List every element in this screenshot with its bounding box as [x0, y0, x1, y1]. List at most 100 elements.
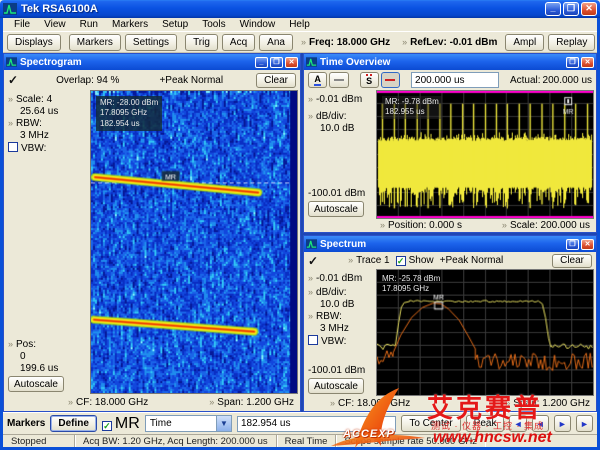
- scale-readout[interactable]: Scale: 200.000 us: [502, 220, 590, 231]
- autoscale-button[interactable]: Autoscale: [308, 201, 364, 217]
- panel-restore-icon[interactable]: ❐: [566, 239, 579, 250]
- panel-close-icon[interactable]: ✕: [581, 239, 594, 250]
- show-row[interactable]: Show: [396, 255, 434, 266]
- pos-value: 0: [8, 351, 88, 362]
- show-checkbox[interactable]: [396, 256, 406, 266]
- marker-domain-select[interactable]: Time: [145, 415, 232, 432]
- spectrogram-panel: Spectrogram _ ❐ ✕ Overlap: 94 % +Peak No…: [3, 53, 301, 412]
- panel-close-icon[interactable]: ✕: [285, 57, 298, 68]
- time-overview-plot[interactable]: MR: -9.78 dBm 182.955 us: [376, 90, 594, 219]
- detection-mode-label[interactable]: +Peak Normal: [440, 255, 504, 266]
- vbw-row[interactable]: VBW:: [8, 142, 88, 154]
- menu-run[interactable]: Run: [73, 19, 105, 30]
- menu-setup[interactable]: Setup: [155, 19, 195, 30]
- clear-button[interactable]: Clear: [256, 73, 296, 88]
- minimize-icon[interactable]: _: [545, 2, 561, 16]
- marker-position-input[interactable]: [237, 416, 396, 432]
- detection-mode-label[interactable]: +Peak Normal: [159, 75, 223, 86]
- spectrogram-plot[interactable]: MR: -28.00 dBm 17.8095 GHz 182.954 us: [90, 90, 298, 394]
- vbw-checkbox[interactable]: [8, 142, 18, 152]
- peak-right-icon[interactable]: [576, 415, 593, 432]
- spectrogram-title-bar[interactable]: Spectrogram _ ❐ ✕: [4, 54, 300, 70]
- mr-checkbox[interactable]: [102, 421, 112, 431]
- acq-info: Acq BW: 1.20 GHz, Acq Length: 200.000 us: [75, 435, 277, 447]
- menu-tools[interactable]: Tools: [195, 19, 232, 30]
- rbw-value: 3 MHz: [8, 130, 88, 141]
- dbdiv-label[interactable]: dB/div:: [308, 287, 374, 298]
- time-overview-toolbar: A S Actual: 200.000 us: [304, 70, 596, 90]
- clear-button[interactable]: Clear: [552, 254, 592, 268]
- next-right-icon[interactable]: [554, 415, 571, 432]
- position-readout[interactable]: Position: 0.000 s: [380, 220, 462, 231]
- next-left-icon[interactable]: [532, 415, 549, 432]
- spectrogram-panel-icon: [6, 57, 17, 67]
- trig-button[interactable]: Trig: [185, 34, 218, 51]
- analysis-length-input[interactable]: [411, 72, 499, 88]
- vbw-row[interactable]: VBW:: [308, 335, 374, 347]
- menu-help[interactable]: Help: [282, 19, 317, 30]
- menu-markers[interactable]: Markers: [105, 19, 155, 30]
- trace-selector[interactable]: Trace 1: [348, 255, 390, 266]
- menu-window[interactable]: Window: [233, 19, 283, 30]
- vbw-checkbox[interactable]: [308, 335, 318, 345]
- rbw-value: 3 MHz: [308, 323, 374, 334]
- autoscale-button[interactable]: Autoscale: [8, 376, 64, 392]
- to-center-button[interactable]: To Center: [401, 415, 460, 432]
- title-bar[interactable]: Tek RSA6100A _ ❐ ✕: [0, 0, 600, 18]
- top-level-readout[interactable]: -0.01 dBm: [308, 94, 374, 105]
- menu-view[interactable]: View: [37, 19, 73, 30]
- freq-readout[interactable]: Freq: 18.000 GHz: [301, 37, 390, 48]
- autoscale-button[interactable]: Autoscale: [308, 378, 364, 394]
- cf-readout[interactable]: CF: 18.000 GHz: [330, 398, 410, 409]
- overlap-readout[interactable]: Overlap: 94 %: [56, 75, 119, 86]
- ampl-button[interactable]: Ampl: [505, 34, 544, 51]
- panel-restore-icon[interactable]: ❐: [566, 57, 579, 68]
- flat-trace-button[interactable]: [329, 72, 348, 88]
- samples-button[interactable]: S: [360, 72, 379, 88]
- settings-button[interactable]: Settings: [125, 34, 177, 51]
- menu-file[interactable]: File: [7, 19, 37, 30]
- acquisition-state: Stopped: [3, 435, 75, 447]
- pos-label[interactable]: Pos:: [8, 339, 88, 350]
- displays-button[interactable]: Displays: [7, 34, 61, 51]
- span-readout[interactable]: Span: 1.200 GHz: [505, 398, 590, 409]
- rbw-label[interactable]: RBW:: [8, 118, 88, 129]
- peak-button[interactable]: Peak: [466, 415, 505, 432]
- replay-button[interactable]: Replay: [548, 34, 595, 51]
- span-readout[interactable]: Span: 1.200 GHz: [209, 397, 294, 408]
- analysis-length-button[interactable]: [381, 72, 400, 88]
- spectrogram-toolbar: Overlap: 94 % +Peak Normal Clear: [4, 70, 300, 90]
- ana-button[interactable]: Ana: [259, 34, 293, 51]
- close-icon[interactable]: ✕: [581, 2, 597, 16]
- cf-readout[interactable]: CF: 18.000 GHz: [68, 397, 148, 408]
- rbw-label[interactable]: RBW:: [308, 311, 374, 322]
- pos-time-value: 199.6 us: [8, 363, 88, 374]
- mr-row[interactable]: MR: [102, 415, 140, 433]
- spectrum-marker-readout: MR: -25.78 dBm 17.8095 GHz: [382, 274, 440, 295]
- spectrogram-sidebar: Scale: 4 25.64 us RBW: 3 MHz VBW: Pos: 0…: [4, 90, 90, 394]
- show-label: Show: [409, 255, 434, 266]
- panel-minimize-icon[interactable]: _: [255, 57, 268, 68]
- panel-close-icon[interactable]: ✕: [581, 57, 594, 68]
- define-button[interactable]: Define: [50, 415, 97, 432]
- panel-selected-check-icon[interactable]: [8, 73, 18, 87]
- panel-selected-check-icon[interactable]: [308, 254, 318, 268]
- markers-button[interactable]: Markers: [69, 34, 121, 51]
- time-overview-panel: Time Overview ❐ ✕ A S Actual:: [303, 53, 597, 233]
- spectrogram-canvas[interactable]: [91, 91, 297, 393]
- scale-label[interactable]: Scale: 4: [8, 94, 88, 105]
- acq-button[interactable]: Acq: [222, 34, 255, 51]
- spectrum-title-bar[interactable]: Spectrum ❐ ✕: [304, 236, 596, 252]
- app-icon: [3, 3, 17, 15]
- panel-restore-icon[interactable]: ❐: [270, 57, 283, 68]
- restore-icon[interactable]: ❐: [563, 2, 579, 16]
- peak-left-icon[interactable]: [509, 415, 526, 432]
- amplitude-vs-time-button[interactable]: A: [308, 72, 327, 88]
- mode-info: Real Time: [277, 435, 337, 447]
- time-overview-title-bar[interactable]: Time Overview ❐ ✕: [304, 54, 596, 70]
- chevron-down-icon[interactable]: [216, 416, 231, 431]
- top-level-readout[interactable]: -0.01 dBm: [308, 273, 374, 284]
- reflev-readout[interactable]: RefLev: -0.01 dBm: [402, 37, 497, 48]
- dbdiv-label[interactable]: dB/div:: [308, 111, 374, 122]
- spectrum-plot[interactable]: MR: -25.78 dBm 17.8095 GHz: [376, 269, 594, 396]
